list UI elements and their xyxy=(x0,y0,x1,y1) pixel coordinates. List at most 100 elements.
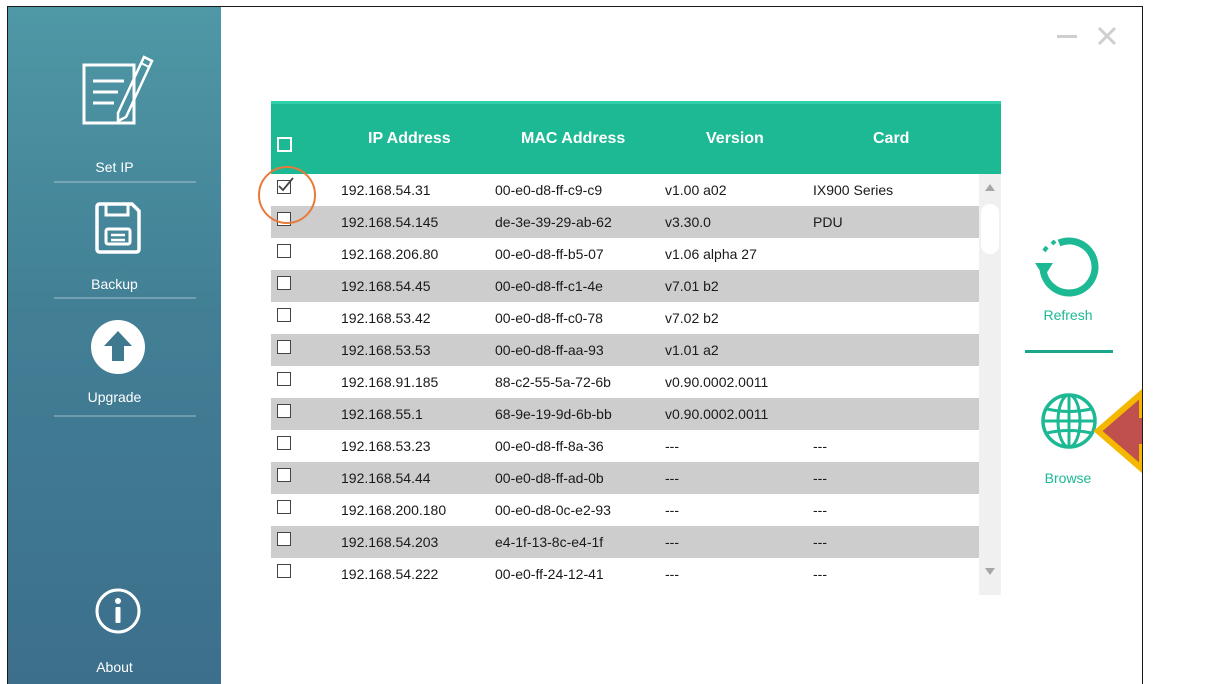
sidebar-item-label: About xyxy=(96,659,133,675)
cell-ip: 192.168.54.44 xyxy=(341,470,431,486)
minimize-icon[interactable] xyxy=(1056,25,1078,47)
row-checkbox[interactable] xyxy=(277,276,291,290)
cell-card: PDU xyxy=(813,214,843,230)
sidebar-divider xyxy=(54,181,196,183)
sidebar-divider xyxy=(54,297,196,299)
row-checkbox[interactable] xyxy=(277,532,291,546)
table-row[interactable]: 192.168.54.145 de-3e-39-29-ab-62 v3.30.0 PD… xyxy=(271,206,979,238)
cell-mac: 00-e0-d8-0c-e2-93 xyxy=(495,502,611,518)
pointer-arrow-icon xyxy=(1093,389,1142,473)
sidebar-item-upgrade[interactable]: Upgrade xyxy=(8,309,221,415)
cell-mac: 00-e0-d8-ff-ad-0b xyxy=(495,470,604,486)
sidebar-item-about[interactable]: About xyxy=(8,587,221,679)
cell-ip: 192.168.53.42 xyxy=(341,310,431,326)
column-header-version[interactable]: Version xyxy=(706,130,764,148)
highlight-circle xyxy=(258,166,316,224)
cell-ip: 192.168.53.23 xyxy=(341,438,431,454)
scroll-thumb[interactable] xyxy=(981,204,999,254)
cell-ip: 192.168.54.31 xyxy=(341,182,431,198)
cell-version: --- xyxy=(665,438,679,454)
table-row[interactable]: 192.168.54.203 e4-1f-13-8c-e4-1f --- --- xyxy=(271,526,979,558)
column-header-card[interactable]: Card xyxy=(873,130,909,148)
cell-mac: 68-9e-19-9d-6b-bb xyxy=(495,406,612,422)
row-checkbox[interactable] xyxy=(277,468,291,482)
cell-mac: 00-e0-d8-ff-aa-93 xyxy=(495,342,604,358)
select-all-checkbox[interactable] xyxy=(277,137,292,152)
cell-ip: 192.168.55.1 xyxy=(341,406,423,422)
sidebar-item-backup[interactable]: Backup xyxy=(8,193,221,297)
sidebar-item-label: Upgrade xyxy=(87,389,142,405)
table-header: IP Address MAC Address Version Card xyxy=(271,101,1001,174)
cell-card: --- xyxy=(813,566,827,582)
cell-mac: 88-c2-55-5a-72-6b xyxy=(495,374,611,390)
row-checkbox[interactable] xyxy=(277,308,291,322)
cell-mac: 00-e0-d8-ff-b5-07 xyxy=(495,246,604,262)
cell-version: v7.01 b2 xyxy=(665,278,719,294)
device-table: IP Address MAC Address Version Card 192.… xyxy=(271,101,1001,595)
row-checkbox[interactable] xyxy=(277,244,291,258)
table-row[interactable]: 192.168.54.45 00-e0-d8-ff-c1-4e v7.01 b2 xyxy=(271,270,979,302)
refresh-button[interactable]: Refresh xyxy=(1028,233,1108,329)
cell-version: v3.30.0 xyxy=(665,214,711,230)
cell-mac: 00-e0-d8-ff-c9-c9 xyxy=(495,182,603,198)
cell-version: v1.01 a2 xyxy=(665,342,719,358)
cell-version: v1.00 a02 xyxy=(665,182,727,198)
table-row[interactable]: 192.168.53.23 00-e0-d8-ff-8a-36 --- --- xyxy=(271,430,979,462)
cell-mac: e4-1f-13-8c-e4-1f xyxy=(495,534,604,550)
scroll-down-icon[interactable] xyxy=(985,568,995,575)
globe-icon xyxy=(1041,393,1097,449)
table-row[interactable]: 192.168.200.180 00-e0-d8-0c-e2-93 --- --- xyxy=(271,494,979,526)
row-checkbox[interactable] xyxy=(277,500,291,514)
table-row[interactable]: 192.168.206.80 00-e0-d8-ff-b5-07 v1.06 alp… xyxy=(271,238,979,270)
cell-ip: 192.168.53.53 xyxy=(341,342,431,358)
cell-card: --- xyxy=(813,502,827,518)
cell-mac: 00-e0-d8-ff-c0-78 xyxy=(495,310,603,326)
cell-mac: de-3e-39-29-ab-62 xyxy=(495,214,612,230)
cell-mac: 00-e0-ff-24-12-41 xyxy=(495,566,604,582)
sidebar-item-label: Backup xyxy=(91,276,138,292)
floppy-disk-icon xyxy=(95,202,141,254)
column-header-ip[interactable]: IP Address xyxy=(368,130,451,148)
sidebar: Set IP Backup Upgrade About xyxy=(8,7,221,684)
cell-ip: 192.168.54.145 xyxy=(341,214,439,230)
cell-mac: 00-e0-d8-ff-c1-4e xyxy=(495,278,603,294)
cell-ip: 192.168.206.80 xyxy=(341,246,439,262)
refresh-label: Refresh xyxy=(1043,307,1093,323)
table-row[interactable]: 192.168.55.1 68-9e-19-9d-6b-bb v0.90.0002.… xyxy=(271,398,979,430)
refresh-icon xyxy=(1035,237,1099,297)
sidebar-divider xyxy=(54,415,196,417)
column-header-mac[interactable]: MAC Address xyxy=(521,130,625,148)
cell-version: v0.90.0002.0011 xyxy=(665,374,769,390)
row-checkbox[interactable] xyxy=(277,340,291,354)
table-row[interactable]: 192.168.91.185 88-c2-55-5a-72-6b v0.90.000… xyxy=(271,366,979,398)
info-icon xyxy=(95,588,141,634)
cell-mac: 00-e0-d8-ff-8a-36 xyxy=(495,438,604,454)
cell-ip: 192.168.91.185 xyxy=(341,374,439,390)
set-ip-icon xyxy=(82,55,154,125)
table-row[interactable]: 192.168.54.44 00-e0-d8-ff-ad-0b --- --- xyxy=(271,462,979,494)
row-checkbox[interactable] xyxy=(277,564,291,578)
row-checkbox[interactable] xyxy=(277,372,291,386)
vertical-scrollbar[interactable] xyxy=(979,174,1001,595)
cell-version: --- xyxy=(665,470,679,486)
close-icon[interactable] xyxy=(1096,25,1118,47)
sidebar-item-label: Set IP xyxy=(95,159,134,175)
cell-ip: 192.168.54.203 xyxy=(341,534,439,550)
row-checkbox[interactable] xyxy=(277,436,291,450)
row-checkbox[interactable] xyxy=(277,404,291,418)
cell-version: --- xyxy=(665,566,679,582)
table-row[interactable]: 192.168.53.53 00-e0-d8-ff-aa-93 v1.01 a2 xyxy=(271,334,979,366)
app-window: Set IP Backup Upgrade About IP Address M… xyxy=(7,6,1143,684)
sidebar-item-set-ip[interactable]: Set IP xyxy=(8,45,221,181)
scroll-up-icon[interactable] xyxy=(985,184,995,191)
table-row[interactable]: 192.168.54.222 00-e0-ff-24-12-41 --- --- xyxy=(271,558,979,590)
cell-ip: 192.168.54.45 xyxy=(341,278,431,294)
table-row[interactable]: 192.168.53.42 00-e0-d8-ff-c0-78 v7.02 b2 xyxy=(271,302,979,334)
cell-card: --- xyxy=(813,534,827,550)
cell-version: v7.02 b2 xyxy=(665,310,719,326)
upload-arrow-icon xyxy=(91,320,145,374)
table-row[interactable]: 192.168.54.31 00-e0-d8-ff-c9-c9 v1.00 a02 I… xyxy=(271,174,979,206)
cell-card: --- xyxy=(813,470,827,486)
cell-ip: 192.168.200.180 xyxy=(341,502,447,518)
table-body: 192.168.54.31 00-e0-d8-ff-c9-c9 v1.00 a02 I… xyxy=(271,174,979,595)
